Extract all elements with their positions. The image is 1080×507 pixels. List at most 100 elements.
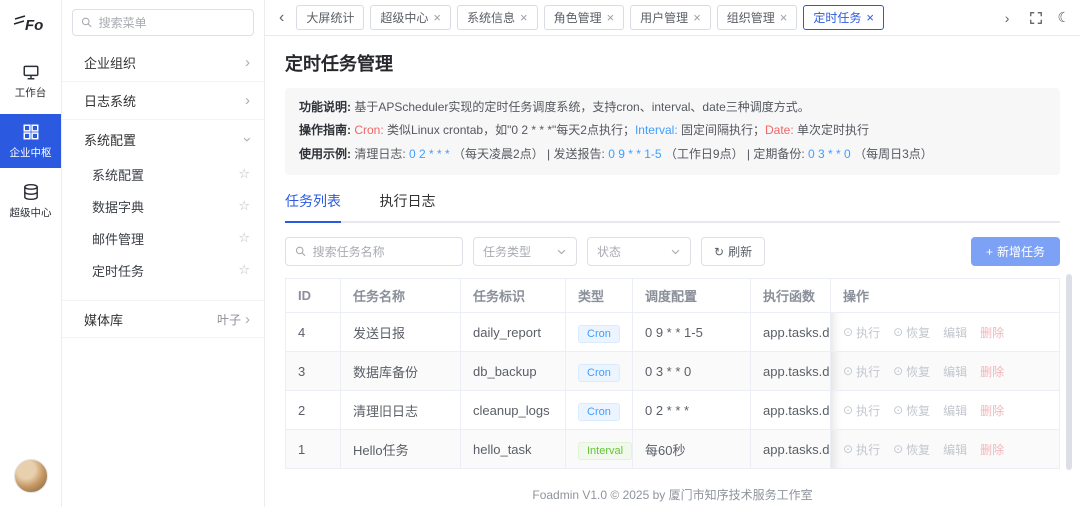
database-icon [23, 183, 38, 201]
chevron-down-icon [671, 249, 680, 255]
resume-action[interactable]: ⊙ 恢复 [893, 363, 930, 380]
tab-user-management[interactable]: 用户管理 × [630, 5, 711, 30]
cell-name: 清理旧日志 [340, 390, 461, 431]
delete-action[interactable]: 删除 [980, 402, 1004, 419]
execute-action[interactable]: ⊙ 执行 [843, 441, 880, 458]
tab-execution-log[interactable]: 执行日志 [379, 191, 435, 221]
close-tab-icon[interactable]: × [780, 11, 788, 24]
menu-search-input[interactable] [98, 15, 245, 30]
menu-item-data-dictionary[interactable]: 数据字典 ☆ [62, 190, 264, 222]
close-tab-icon[interactable]: × [607, 11, 615, 24]
rail-item-enterprise-hub[interactable]: 企业中枢 [0, 114, 61, 168]
close-tab-icon[interactable]: × [520, 11, 528, 24]
svg-text:Fo: Fo [25, 17, 43, 34]
menu-gap [62, 286, 264, 300]
col-header-id: ID [285, 278, 341, 314]
rail-item-super-center[interactable]: 超级中心 [0, 174, 61, 228]
task-search-input[interactable] [312, 244, 453, 259]
execute-action[interactable]: ⊙ 执行 [843, 402, 880, 419]
play-circle-icon: ⊙ [843, 364, 854, 379]
rail-item-workbench[interactable]: 工作台 [0, 54, 61, 108]
refresh-button[interactable]: ↻ 刷新 [701, 237, 766, 267]
cell-id: 2 [285, 390, 341, 431]
resume-action[interactable]: ⊙ 恢复 [893, 402, 930, 419]
action-label: 执行 [856, 442, 881, 457]
col-header-function: 执行函数 [750, 278, 831, 314]
menu-search[interactable] [72, 9, 254, 36]
main-area: ‹ 大屏统计 超级中心 × 系统信息 × 角色管理 × 用户管理 × 组织管理 … [265, 0, 1080, 507]
task-search[interactable] [285, 237, 463, 267]
execute-action[interactable]: ⊙ 执行 [843, 324, 880, 341]
fullscreen-icon[interactable] [1029, 11, 1043, 25]
close-tab-icon[interactable]: × [866, 11, 874, 24]
favorite-star-icon[interactable]: ☆ [238, 262, 250, 278]
type-badge: Cron [578, 363, 620, 382]
menu-item-media-library[interactable]: 媒体库 叶子 › [62, 300, 264, 338]
info-text: 基于APScheduler实现的定时任务调度系统，支持cron、interval… [351, 100, 810, 114]
info-text: （每天凌晨2点） | 发送报告: [449, 146, 609, 161]
tab-scheduled-tasks[interactable]: 定时任务 × [803, 5, 884, 30]
edit-action[interactable]: 编辑 [943, 363, 967, 380]
tabs-scroll-right-icon[interactable]: › [999, 10, 1016, 26]
delete-action[interactable]: 删除 [980, 441, 1004, 458]
tab-super-center[interactable]: 超级中心 × [370, 5, 451, 30]
menu-item-label: 系统配置 [92, 167, 145, 183]
menu-item-label: 媒体库 [84, 312, 124, 328]
resume-circle-icon: ⊙ [893, 364, 904, 379]
menu-item-mail-management[interactable]: 邮件管理 ☆ [62, 222, 264, 254]
menu-item-system-config-group[interactable]: 系统配置 › [62, 120, 264, 158]
favorite-star-icon[interactable]: ☆ [238, 166, 250, 182]
close-tab-icon[interactable]: × [433, 11, 441, 24]
cell-name: 数据库备份 [340, 351, 461, 392]
cell-name: Hello任务 [340, 429, 461, 470]
edit-action[interactable]: 编辑 [943, 324, 967, 341]
select-placeholder: 状态 [597, 245, 622, 260]
close-tab-icon[interactable]: × [693, 11, 701, 24]
resume-circle-icon: ⊙ [893, 325, 904, 340]
dark-mode-moon-icon[interactable]: ☾ [1057, 9, 1070, 26]
edit-action[interactable]: 编辑 [943, 402, 967, 419]
tab-org-management[interactable]: 组织管理 × [716, 5, 798, 30]
favorite-star-icon[interactable]: ☆ [238, 198, 250, 214]
avatar[interactable] [13, 459, 48, 493]
action-label: 恢复 [906, 364, 931, 379]
menu-item-system-config[interactable]: 系统配置 ☆ [62, 158, 264, 190]
status-select[interactable]: 状态 [587, 237, 691, 267]
add-task-button[interactable]: + 新增任务 [970, 237, 1060, 267]
action-label: 恢复 [906, 325, 931, 340]
cell-function: app.tasks.demo [750, 351, 831, 392]
plus-icon: + [985, 244, 993, 259]
execute-action[interactable]: ⊙ 执行 [843, 363, 880, 380]
info-text: （每周日3点） [850, 146, 933, 161]
tabs-scroll-left-icon[interactable]: ‹ [273, 9, 290, 27]
delete-action[interactable]: 删除 [980, 324, 1004, 341]
tasks-table: ID 任务名称 任务标识 类型 调度配置 执行函数 操作 4 发送日报 dail… [285, 278, 1060, 470]
tab-role-management[interactable]: 角色管理 × [543, 5, 625, 30]
col-header-actions: 操作 [830, 278, 1060, 314]
favorite-star-icon[interactable]: ☆ [238, 230, 250, 246]
page-title: 定时任务管理 [285, 54, 393, 74]
tab-task-list[interactable]: 任务列表 [285, 191, 341, 224]
tab-label: 大屏统计 [306, 11, 355, 25]
keyword-cron: Cron: [351, 123, 384, 138]
tab-system-info[interactable]: 系统信息 × [456, 5, 538, 30]
delete-action[interactable]: 删除 [980, 363, 1004, 380]
info-line-guide: 操作指南: Cron: 类似Linux crontab，如"0 2 * * *"… [299, 119, 1046, 142]
info-label: 功能说明: [299, 100, 351, 114]
menu-item-scheduled-tasks[interactable]: 定时任务 ☆ [62, 254, 264, 286]
edit-action[interactable]: 编辑 [943, 441, 967, 458]
scrollbar[interactable] [1066, 274, 1072, 470]
tab-dashboard[interactable]: 大屏统计 [296, 5, 365, 30]
resume-action[interactable]: ⊙ 恢复 [893, 324, 930, 341]
menu-item-label: 系统配置 [84, 132, 137, 148]
chevron-right-icon: › [245, 54, 250, 71]
task-type-select[interactable]: 任务类型 [473, 237, 577, 267]
play-circle-icon: ⊙ [843, 325, 854, 340]
cell-id: 3 [285, 351, 341, 392]
type-badge: Cron [578, 324, 620, 343]
menu-item-log-system[interactable]: 日志系统 › [62, 82, 264, 120]
table-row: 1 Hello任务 hello_task Interval 每60秒 app.t… [285, 429, 1060, 470]
chevron-down-icon: › [239, 136, 256, 142]
menu-item-enterprise-org[interactable]: 企业组织 › [62, 44, 264, 82]
resume-action[interactable]: ⊙ 恢复 [893, 441, 930, 458]
